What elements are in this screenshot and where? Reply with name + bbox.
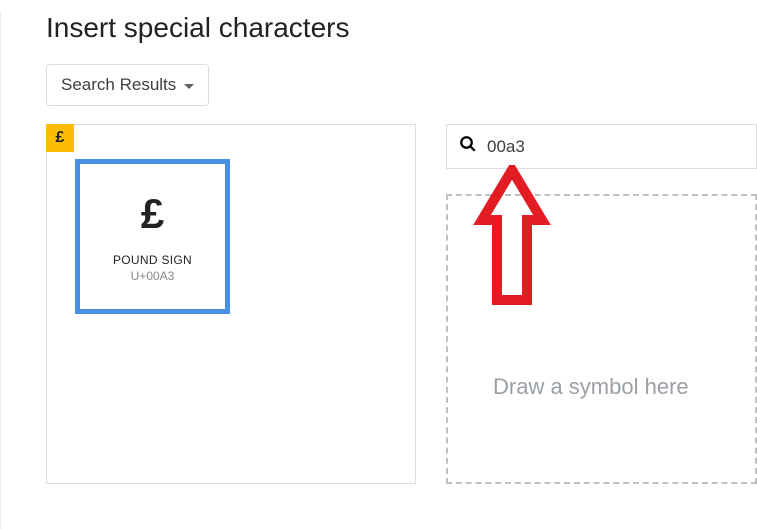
chevron-down-icon: [184, 75, 194, 95]
preview-code: U+00A3: [131, 269, 175, 283]
draw-placeholder: Draw a symbol here: [493, 374, 689, 400]
search-input[interactable]: [487, 137, 744, 157]
char-tile-pound[interactable]: £: [46, 124, 74, 152]
search-icon: [459, 135, 477, 158]
char-tile-glyph: £: [56, 129, 65, 147]
draw-canvas[interactable]: Draw a symbol here: [446, 194, 757, 484]
preview-glyph: £: [141, 190, 164, 238]
preview-name: POUND SIGN: [113, 253, 192, 267]
dropdown-label: Search Results: [61, 75, 176, 95]
results-panel: £ £ POUND SIGN U+00A3: [46, 124, 416, 484]
search-box[interactable]: [446, 124, 757, 169]
search-results-dropdown[interactable]: Search Results: [46, 64, 209, 106]
char-preview-tooltip: £ POUND SIGN U+00A3: [75, 159, 230, 314]
dialog-title: Insert special characters: [46, 12, 757, 44]
